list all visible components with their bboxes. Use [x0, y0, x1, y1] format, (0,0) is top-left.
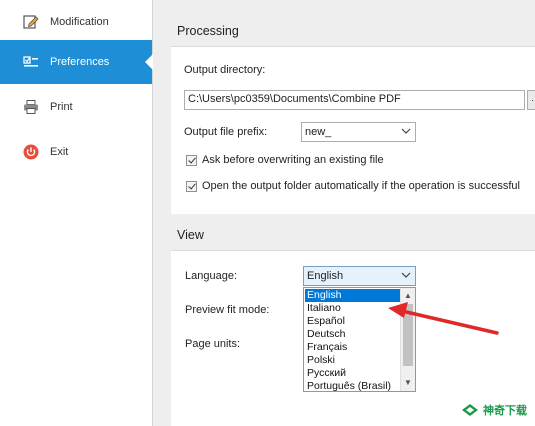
open-folder-label: Open the output folder automatically if …: [202, 180, 520, 192]
sidebar-item-print[interactable]: Print: [0, 85, 152, 129]
printer-icon: [22, 98, 40, 116]
language-option[interactable]: Italiano: [305, 302, 403, 315]
chevron-down-icon: [401, 269, 411, 284]
language-combo[interactable]: English: [303, 266, 416, 286]
edit-icon: [22, 13, 40, 31]
section-title: Processing: [177, 24, 239, 38]
checkbox-checked-icon: [186, 180, 197, 192]
output-directory-label: Output directory:: [184, 64, 266, 76]
ask-overwrite-checkbox[interactable]: Ask before overwriting an existing file: [186, 154, 384, 166]
language-label: Language:: [185, 270, 237, 282]
language-option[interactable]: Русский: [305, 367, 403, 380]
chevron-down-icon: [401, 125, 411, 140]
preview-fit-label: Preview fit mode:: [185, 304, 270, 316]
output-prefix-value: new_: [305, 126, 332, 138]
checkbox-checked-icon: [186, 154, 197, 166]
language-dropdown-list[interactable]: English Italiano Español Deutsch Françai…: [303, 287, 416, 392]
watermark-text: 神奇下载: [483, 405, 527, 417]
watermark-icon: [462, 404, 478, 416]
open-folder-checkbox[interactable]: Open the output folder automatically if …: [186, 180, 520, 192]
sidebar-item-modification[interactable]: Modification: [0, 0, 152, 44]
sidebar-item-exit[interactable]: Exit: [0, 130, 152, 174]
language-option[interactable]: Português (Brasil): [305, 380, 403, 391]
output-directory-input[interactable]: C:\Users\pc0359\Documents\Combine PDF: [184, 90, 525, 110]
language-value: English: [307, 270, 344, 282]
language-option[interactable]: Español: [305, 315, 403, 328]
scrollbar-thumb[interactable]: [403, 304, 413, 366]
language-option[interactable]: Polski: [305, 354, 403, 367]
language-option[interactable]: Deutsch: [305, 328, 403, 341]
chevron-down-icon[interactable]: ▼: [403, 377, 413, 389]
watermark-logo: 神奇下载: [461, 402, 527, 418]
processing-section-header: Processing: [171, 18, 535, 47]
output-prefix-combo[interactable]: new_: [301, 122, 416, 142]
section-title: View: [177, 228, 204, 242]
output-prefix-label: Output file prefix:: [184, 126, 268, 138]
dropdown-scrollbar[interactable]: ▲ ▼: [400, 288, 415, 391]
sidebar-item-label: Modification: [50, 16, 109, 28]
sidebar-item-label: Exit: [50, 146, 69, 158]
sidebar-item-label: Print: [50, 101, 73, 113]
power-icon: [22, 143, 40, 161]
sidebar: Modification Preferences Print Exit: [0, 0, 153, 426]
processing-section: Processing Output directory: C:\Users\pc…: [171, 18, 535, 214]
language-option[interactable]: Français: [305, 341, 403, 354]
page-units-label: Page units:: [185, 338, 241, 350]
view-section-header: View: [171, 222, 535, 251]
ask-overwrite-label: Ask before overwriting an existing file: [202, 154, 384, 166]
sidebar-item-label: Preferences: [50, 56, 110, 68]
language-option[interactable]: English: [305, 289, 403, 302]
sidebar-item-preferences[interactable]: Preferences: [0, 40, 153, 84]
chevron-up-icon[interactable]: ▲: [403, 290, 413, 302]
checklist-icon: [22, 53, 40, 71]
browse-button[interactable]: .: [527, 90, 535, 110]
